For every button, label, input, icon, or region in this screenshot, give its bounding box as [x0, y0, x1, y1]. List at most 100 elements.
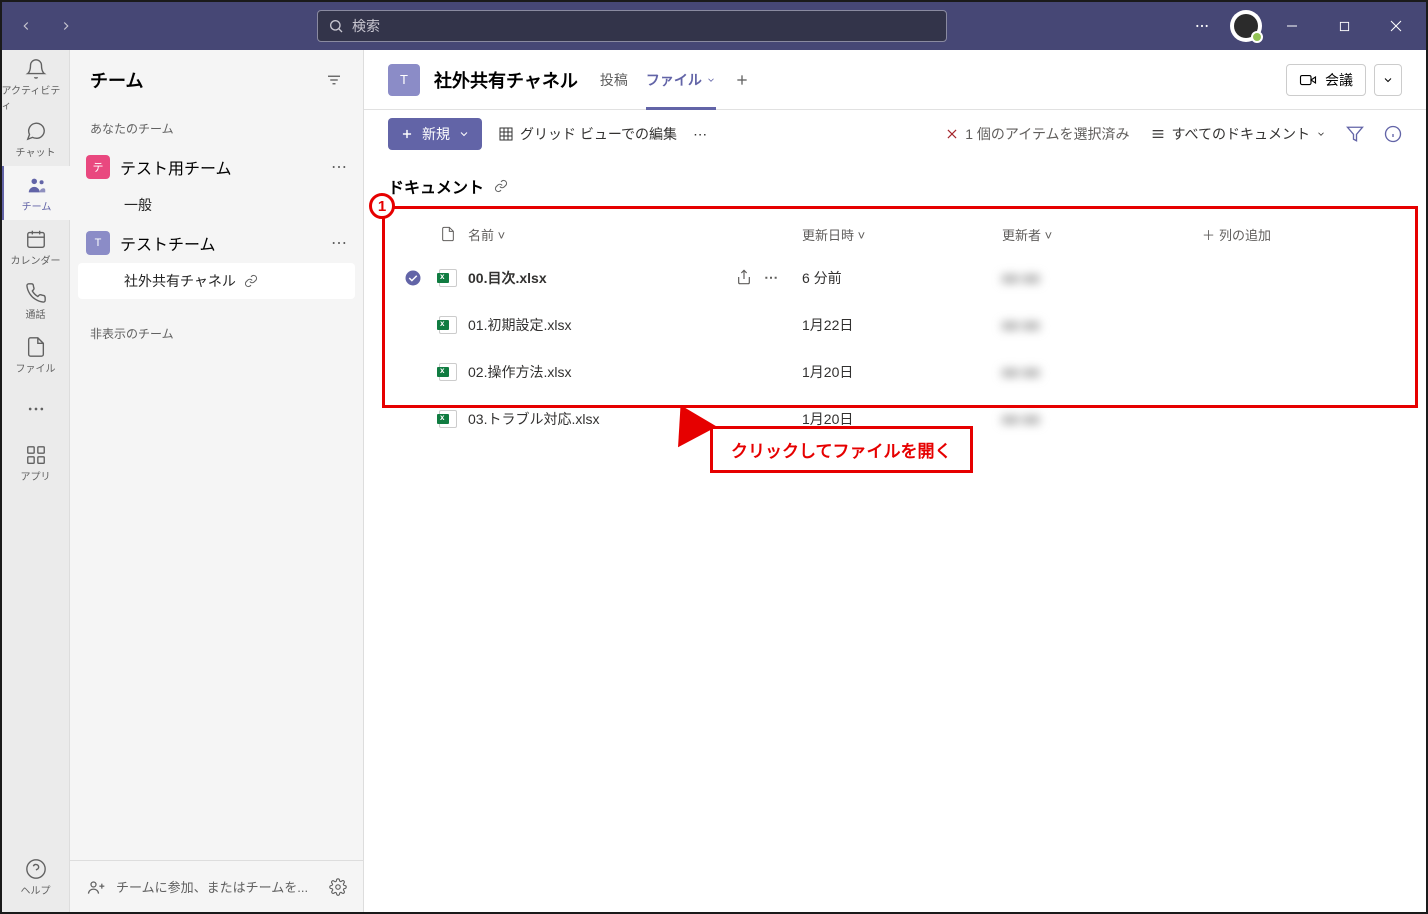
new-label: 新規: [422, 124, 450, 144]
maximize-button[interactable]: [1322, 6, 1366, 46]
presence-indicator: [1251, 31, 1263, 43]
file-date: 6 分前: [802, 268, 1002, 288]
share-icon[interactable]: [736, 269, 752, 285]
tab-posts[interactable]: 投稿: [600, 50, 628, 110]
rail-calls[interactable]: 通話: [2, 274, 70, 328]
xlsx-icon: [439, 363, 457, 381]
channel-title: 社外共有チャネル: [434, 67, 578, 93]
tab-label: ファイル: [646, 70, 702, 90]
close-icon: [945, 127, 959, 141]
rail-chat[interactable]: チャット: [2, 112, 70, 166]
rail-files[interactable]: ファイル: [2, 328, 70, 382]
file-toolbar: 新規 グリッド ビューでの編集 ⋯ 1 個のアイテムを選択済み すべてのドキュメ…: [364, 110, 1426, 158]
video-icon: [1299, 71, 1317, 89]
file-name: 03.トラブル対応.xlsx: [468, 411, 599, 427]
app-rail: アクティビティ チャット チーム カレンダー 通話 ファイル アプリ ヘルプ: [2, 50, 70, 912]
file-name: 01.初期設定.xlsx: [468, 317, 571, 333]
teams-sidebar: チーム あなたのチーム テ テスト用チーム ⋯ 一般 T テストチーム ⋯ 社外…: [70, 50, 364, 912]
documents-title: ドキュメント: [388, 174, 484, 198]
selection-info[interactable]: 1 個のアイテムを選択済み: [945, 124, 1129, 144]
new-button[interactable]: 新規: [388, 118, 482, 150]
row-more-button[interactable]: ⋯: [764, 269, 778, 286]
file-name: 02.操作方法.xlsx: [468, 364, 571, 380]
grid-edit-button[interactable]: グリッド ビューでの編集: [498, 124, 677, 144]
file-icon: [440, 226, 456, 242]
table-row[interactable]: 02.操作方法.xlsx 1月20日 ■■ ■■: [388, 348, 1402, 395]
file-author: ■■ ■■: [1002, 317, 1040, 333]
table-row[interactable]: 01.初期設定.xlsx 1月22日 ■■ ■■: [388, 301, 1402, 348]
filter-funnel-icon[interactable]: [1346, 125, 1364, 143]
nav-forward-button[interactable]: [50, 10, 82, 42]
sidebar-title: チーム: [90, 67, 143, 93]
shared-channel-icon: [244, 274, 258, 288]
rail-more[interactable]: [2, 382, 70, 436]
rail-teams[interactable]: チーム: [2, 166, 70, 220]
nav-back-button[interactable]: [10, 10, 42, 42]
search-icon: [328, 18, 344, 34]
search-placeholder: 検索: [352, 16, 936, 36]
meet-button[interactable]: 会議: [1286, 64, 1366, 96]
rail-label: チーム: [22, 198, 52, 213]
rail-activity[interactable]: アクティビティ: [2, 58, 70, 112]
table-header: 名前 ˅ 更新日時 ˅ 更新者 ˅ ＋ 列の追加: [388, 214, 1402, 254]
file-table: 名前 ˅ 更新日時 ˅ 更新者 ˅ ＋ 列の追加 00.目次.xlsx⋯ 6 分…: [388, 214, 1402, 442]
xlsx-icon: [439, 316, 457, 334]
gear-icon[interactable]: [329, 878, 347, 896]
user-avatar[interactable]: [1230, 10, 1262, 42]
your-teams-heading: あなたのチーム: [78, 110, 355, 147]
rail-label: アプリ: [21, 468, 51, 483]
rail-label: ファイル: [16, 360, 56, 375]
tab-label: 投稿: [600, 70, 628, 90]
rail-label: カレンダー: [11, 252, 61, 267]
info-icon[interactable]: [1384, 125, 1402, 143]
table-row[interactable]: 00.目次.xlsx⋯ 6 分前 ■■ ■■: [388, 254, 1402, 301]
plus-icon: [734, 72, 750, 88]
rail-label: アクティビティ: [2, 82, 70, 112]
channel-row[interactable]: 一般: [78, 187, 355, 223]
rail-help[interactable]: ヘルプ: [2, 850, 70, 904]
col-author-header[interactable]: 更新者 ˅: [1002, 225, 1202, 244]
team-more-icon[interactable]: ⋯: [331, 233, 347, 253]
xlsx-icon: [439, 269, 457, 287]
close-button[interactable]: [1374, 6, 1418, 46]
selection-text: 1 個のアイテムを選択済み: [965, 124, 1129, 144]
channel-name: 社外共有チャネル: [124, 271, 236, 291]
col-modified-header[interactable]: 更新日時 ˅: [802, 225, 1002, 244]
search-input[interactable]: 検索: [317, 10, 947, 42]
add-tab-button[interactable]: [734, 50, 750, 110]
filter-icon[interactable]: [325, 71, 343, 89]
tab-files[interactable]: ファイル: [646, 50, 716, 110]
tool-label: グリッド ビューでの編集: [520, 124, 677, 144]
minimize-button[interactable]: [1270, 6, 1314, 46]
file-date: 1月22日: [802, 315, 1002, 335]
channel-header: T 社外共有チャネル 投稿 ファイル 会議: [364, 50, 1426, 110]
team-more-icon[interactable]: ⋯: [331, 157, 347, 177]
rail-apps[interactable]: アプリ: [2, 436, 70, 490]
meet-dropdown-button[interactable]: [1374, 64, 1402, 96]
more-options-button[interactable]: [1182, 6, 1222, 46]
tool-label: すべてのドキュメント: [1172, 124, 1310, 144]
channel-avatar: T: [388, 64, 420, 96]
file-author: ■■ ■■: [1002, 364, 1040, 380]
checkmark-icon[interactable]: [404, 269, 422, 287]
team-avatar: テ: [86, 155, 110, 179]
rail-calendar[interactable]: カレンダー: [2, 220, 70, 274]
join-create-team-button[interactable]: チームに参加、またはチームを...: [116, 877, 308, 896]
team-row[interactable]: テ テスト用チーム ⋯: [78, 147, 355, 187]
meet-label: 会議: [1325, 70, 1353, 90]
annotation-label: クリックしてファイルを開く: [710, 426, 973, 473]
chevron-down-icon: [1382, 74, 1394, 86]
plus-icon: [400, 127, 414, 141]
toolbar-more-button[interactable]: ⋯: [693, 126, 707, 143]
copy-link-icon[interactable]: [494, 179, 508, 193]
chevron-down-icon: [706, 75, 716, 85]
xlsx-icon: [439, 410, 457, 428]
add-column-button[interactable]: ＋ 列の追加: [1202, 225, 1402, 244]
grid-icon: [498, 126, 514, 142]
channel-row[interactable]: 社外共有チャネル: [78, 263, 355, 299]
chevron-down-icon: [1316, 129, 1326, 139]
file-author: ■■ ■■: [1002, 270, 1040, 286]
view-switcher[interactable]: すべてのドキュメント: [1150, 124, 1326, 144]
team-row[interactable]: T テストチーム ⋯: [78, 223, 355, 263]
col-name-header[interactable]: 名前 ˅: [468, 225, 802, 244]
